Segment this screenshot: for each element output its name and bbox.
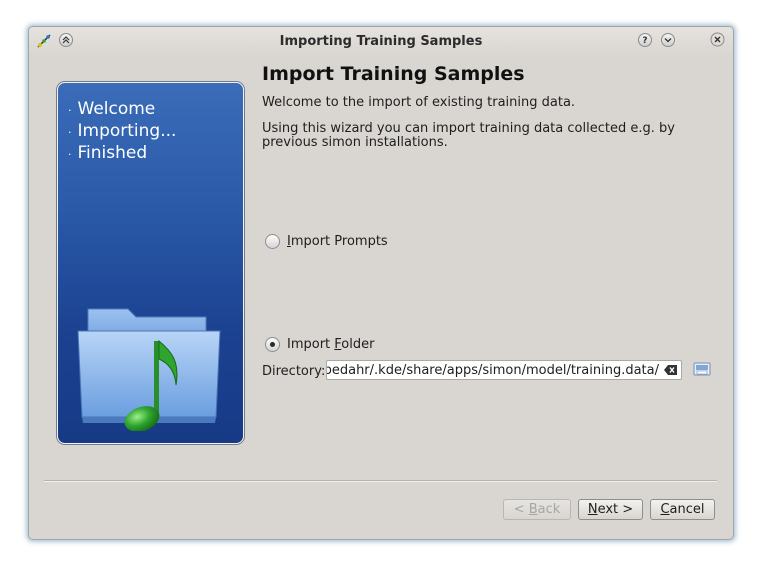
step-bullet: · [68,126,72,139]
step-label: Finished [77,143,148,163]
label-text: ancel [669,502,705,517]
cancel-button[interactable]: Cancel [650,499,715,520]
step-bullet: · [68,104,72,117]
label-text: Import [287,337,335,352]
window-title: Importing Training Samples [279,34,483,49]
import-prompts-label[interactable]: Import Prompts [287,234,388,249]
wizard-steps: · Welcome · Importing... · Finished [68,98,176,164]
directory-value[interactable]: /home/bedahr/.kde/share/apps/simon/model… [327,363,659,378]
close-icon[interactable] [710,32,725,47]
label-text: < [513,502,529,517]
import-folder-option[interactable]: Import Folder [265,337,374,352]
label-text: ext > [597,502,634,517]
intro-text: Welcome to the import of existing traini… [262,95,576,110]
step-bullet: · [68,148,72,161]
music-folder-icon [76,301,226,435]
import-prompts-option[interactable]: Import Prompts [265,234,388,249]
help-icon[interactable]: ? [638,33,652,47]
title-bar[interactable]: Importing Training Samples ? [29,27,733,55]
clear-icon[interactable] [664,364,678,379]
directory-label: Directory: [262,364,326,379]
next-button[interactable]: Next > [578,499,643,520]
step-label: Importing... [77,121,177,141]
label-text: ack [537,502,561,517]
page-title: Import Training Samples [262,63,525,85]
mnemonic-letter: B [528,502,538,517]
back-button[interactable]: < Back [503,499,571,520]
step-welcome: · Welcome [68,98,176,120]
import-prompts-radio[interactable] [265,234,280,249]
import-folder-label[interactable]: Import Folder [287,337,374,352]
folder-browse-icon[interactable] [693,361,711,381]
wizard-window: Importing Training Samples ? · Welcome · I… [28,26,734,540]
step-importing: · Importing... [68,120,176,142]
footer-separator [44,480,717,482]
import-folder-radio[interactable] [265,337,280,352]
directory-input[interactable]: /home/bedahr/.kde/share/apps/simon/model… [326,360,682,380]
mnemonic-letter: N [587,502,598,517]
chevron-down-icon[interactable] [661,33,675,47]
label-text: mport Prompts [290,234,388,249]
mnemonic-letter: C [660,502,670,517]
step-label: Welcome [77,99,156,119]
step-finished: · Finished [68,142,176,164]
wizard-side-panel: · Welcome · Importing... · Finished [57,82,244,444]
description-text: Using this wizard you can import trainin… [262,121,675,150]
label-text: older [341,337,375,352]
